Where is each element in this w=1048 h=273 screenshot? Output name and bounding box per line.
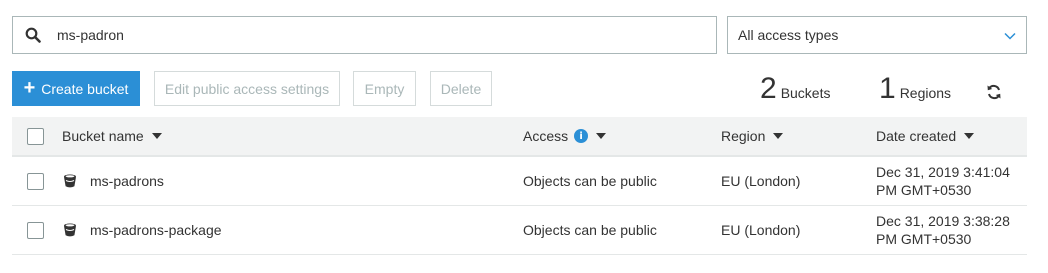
bucket-icon xyxy=(62,173,78,189)
table-header: Bucket name Access i Region Date created xyxy=(12,117,1027,157)
access-type-select[interactable]: All access types xyxy=(727,16,1027,54)
delete-button[interactable]: Delete xyxy=(430,71,492,106)
create-bucket-label: Create bucket xyxy=(41,80,129,97)
refresh-icon[interactable] xyxy=(984,82,1004,102)
bucket-icon xyxy=(62,222,78,238)
buckets-count: 2 xyxy=(760,72,777,105)
buckets-stat: 2 Buckets xyxy=(760,72,831,106)
bucket-name-cell[interactable]: ms-padrons xyxy=(62,173,164,189)
bucket-name-cell[interactable]: ms-padrons-package xyxy=(62,222,222,238)
buckets-table: Bucket name Access i Region Date created xyxy=(12,117,1027,255)
column-access-label: Access xyxy=(523,128,569,144)
chevron-down-icon xyxy=(1004,27,1016,43)
search-input[interactable] xyxy=(53,20,693,50)
access-cell: Objects can be public xyxy=(523,222,657,238)
region-cell: EU (London) xyxy=(721,222,801,238)
date-cell: Dec 31, 2019 3:38:28 PM GMT+0530 xyxy=(876,213,1010,247)
access-type-selected: All access types xyxy=(738,27,839,43)
select-all-checkbox[interactable] xyxy=(27,127,44,145)
column-region-label: Region xyxy=(721,128,766,144)
sort-caret-icon xyxy=(151,133,162,139)
empty-button[interactable]: Empty xyxy=(353,71,416,106)
search-icon xyxy=(13,17,53,53)
edit-public-access-button[interactable]: Edit public access settings xyxy=(154,71,340,106)
row-checkbox[interactable] xyxy=(27,172,44,190)
column-bucket-name[interactable]: Bucket name xyxy=(62,128,162,144)
sort-caret-icon xyxy=(964,133,975,139)
regions-label: Regions xyxy=(899,85,952,101)
edit-public-access-label: Edit public access settings xyxy=(164,80,330,97)
bucket-name[interactable]: ms-padrons-package xyxy=(90,222,222,238)
date-cell: Dec 31, 2019 3:41:04 PM GMT+0530 xyxy=(876,164,1010,198)
regions-count: 1 xyxy=(879,72,896,105)
info-icon[interactable]: i xyxy=(574,129,589,143)
regions-stat: 1 Regions xyxy=(879,72,951,106)
sort-caret-icon xyxy=(596,133,607,139)
column-date-label: Date created xyxy=(876,128,957,144)
bucket-name[interactable]: ms-padrons xyxy=(90,173,164,189)
table-row[interactable]: ms-padrons-package Objects can be public… xyxy=(12,206,1027,255)
search-box[interactable] xyxy=(12,16,717,54)
column-access[interactable]: Access i xyxy=(523,128,607,144)
plus-icon: + xyxy=(23,76,36,99)
delete-label: Delete xyxy=(440,80,482,97)
column-region[interactable]: Region xyxy=(721,128,784,144)
region-cell: EU (London) xyxy=(721,173,801,189)
row-checkbox[interactable] xyxy=(27,221,44,239)
empty-label: Empty xyxy=(364,80,405,97)
sort-caret-icon xyxy=(773,133,784,139)
create-bucket-button[interactable]: + Create bucket xyxy=(12,71,140,106)
access-cell: Objects can be public xyxy=(523,173,657,189)
column-bucket-name-label: Bucket name xyxy=(62,128,144,144)
table-row[interactable]: ms-padrons Objects can be public EU (Lon… xyxy=(12,157,1027,206)
column-date-created[interactable]: Date created xyxy=(876,127,1026,145)
buckets-label: Buckets xyxy=(780,85,831,101)
